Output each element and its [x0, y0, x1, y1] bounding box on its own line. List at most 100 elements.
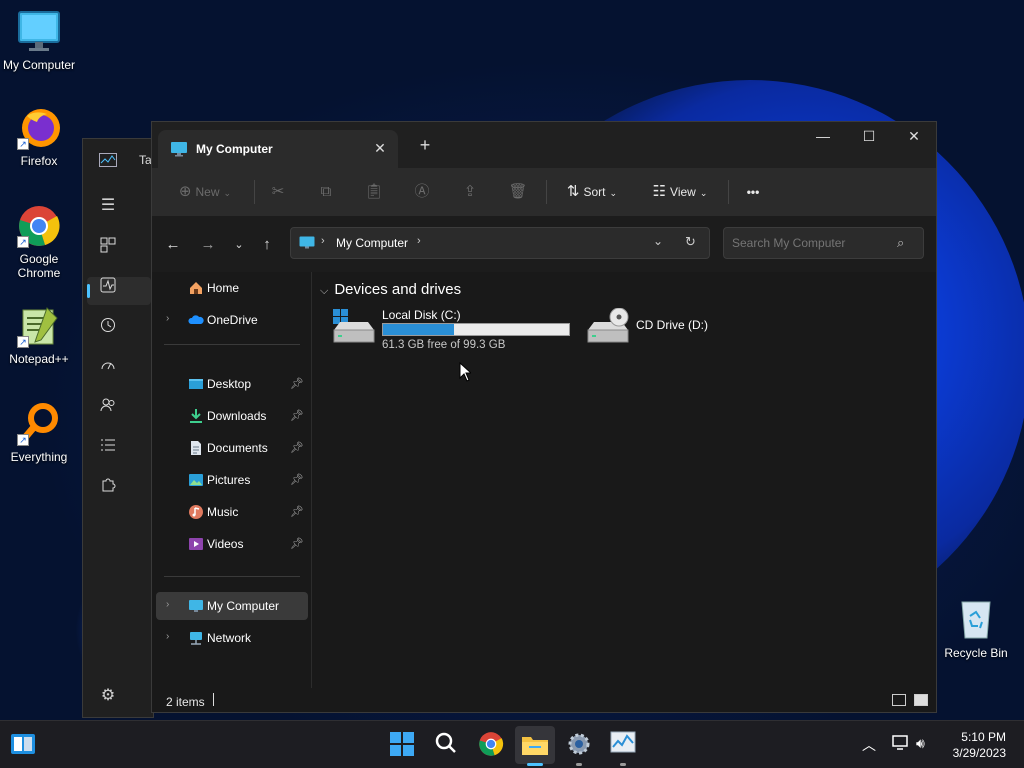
startup-apps-icon[interactable]: [99, 357, 117, 375]
sidebar-item-desktop[interactable]: Desktop 📌︎: [156, 370, 308, 398]
address-row: ← → ⌄ ↑ › My Computer › ⌄ ↻ ⌕: [152, 216, 936, 272]
pin-icon[interactable]: 📌︎: [290, 377, 304, 390]
back-arrow-icon[interactable]: ←: [162, 234, 184, 256]
pin-icon[interactable]: 📌︎: [290, 441, 304, 454]
clipboard-icon: 📋︎: [364, 183, 384, 200]
new-button[interactable]: ⊕ New ⌄: [172, 180, 238, 204]
sidebar-divider: [164, 344, 300, 345]
clock-time: 5:10 PM: [961, 730, 1006, 744]
scissors-icon: ✂: [271, 183, 285, 200]
group-header[interactable]: ⌵ Devices and drives: [320, 281, 461, 298]
pin-icon[interactable]: 📌︎: [290, 537, 304, 550]
volume-icon[interactable]: 🔊︎: [916, 735, 925, 752]
settings-gear-icon[interactable]: ⚙: [99, 687, 117, 705]
forward-arrow-icon[interactable]: →: [197, 234, 219, 256]
music-icon: [188, 504, 204, 520]
title-bar[interactable]: My Computer ✕ + — ☐ ✕: [152, 122, 936, 168]
settings-gear-icon[interactable]: [565, 731, 593, 759]
performance-icon[interactable]: [99, 277, 117, 295]
desktop-icon-everything[interactable]: ↗ Everything: [1, 402, 77, 464]
paste-button[interactable]: 📋︎: [362, 180, 386, 204]
details-list-icon[interactable]: [99, 437, 117, 455]
firefox-icon: ↗: [17, 106, 61, 150]
new-tab-button[interactable]: +: [414, 135, 436, 157]
shortcut-arrow-icon: ↗: [17, 138, 29, 150]
windows-drive-icon: [332, 308, 376, 348]
content-pane: ⌵ Devices and drives Local Disk (C:) 61.3…: [312, 272, 936, 688]
more-options-button[interactable]: •••: [740, 180, 766, 204]
chevron-down-icon: ⌵: [320, 285, 329, 297]
search-input[interactable]: [723, 227, 924, 259]
address-dropdown-icon[interactable]: ⌄: [653, 234, 663, 248]
sidebar-item-my-computer[interactable]: › My Computer: [156, 592, 308, 620]
share-icon: ⇪: [463, 183, 477, 200]
toolbar-divider: [546, 180, 547, 204]
file-explorer-window[interactable]: My Computer ✕ + — ☐ ✕ ⊕ New ⌄ ✂ ⧉ 📋︎ Ⓐ ⇪ 🗑…: [151, 121, 937, 713]
details-view-icon[interactable]: [892, 694, 906, 706]
tab-title: My Computer: [196, 142, 273, 156]
chevron-right-icon[interactable]: ›: [166, 313, 169, 324]
sort-arrows-icon: ⇅: [566, 183, 580, 200]
document-icon: [188, 440, 204, 456]
chrome-icon[interactable]: [477, 731, 505, 759]
drive-local-disk-c[interactable]: Local Disk (C:) 61.3 GB free of 99.3 GB: [332, 308, 572, 354]
desktop-icon-recycle-bin[interactable]: Recycle Bin: [940, 596, 1012, 660]
processes-icon[interactable]: [99, 237, 117, 255]
drive-cd-d[interactable]: CD Drive (D:): [586, 307, 746, 354]
sidebar-item-onedrive[interactable]: › OneDrive: [156, 306, 308, 334]
desktop-icon-firefox[interactable]: ↗ Firefox: [1, 106, 77, 168]
system-clock[interactable]: 5:10 PM 3/29/2023: [953, 729, 1006, 761]
sidebar-item-downloads[interactable]: Downloads 📌︎: [156, 402, 308, 430]
sidebar-item-home[interactable]: Home: [156, 274, 308, 302]
sidebar-item-network[interactable]: › Network: [156, 624, 308, 652]
pin-icon[interactable]: 📌︎: [290, 505, 304, 518]
maximize-button[interactable]: ☐: [846, 122, 892, 152]
delete-button[interactable]: 🗑︎: [506, 180, 530, 204]
start-button-windows-icon[interactable]: [388, 731, 416, 759]
file-explorer-taskbar-button[interactable]: [515, 726, 555, 764]
sidebar-item-videos[interactable]: Videos 📌︎: [156, 530, 308, 558]
address-bar[interactable]: › My Computer › ⌄ ↻: [290, 227, 710, 259]
task-manager-icon[interactable]: [609, 731, 637, 759]
users-icon[interactable]: [99, 397, 117, 415]
sidebar-item-music[interactable]: Music 📌︎: [156, 498, 308, 526]
hamburger-menu-icon[interactable]: ☰: [99, 197, 117, 215]
desktop-icon-my-computer[interactable]: My Computer: [1, 10, 77, 72]
desktop-icon-chrome[interactable]: ↗ Google Chrome: [1, 204, 77, 280]
services-puzzle-icon[interactable]: [99, 477, 117, 495]
pin-icon[interactable]: 📌︎: [290, 409, 304, 422]
close-window-button[interactable]: ✕: [891, 122, 937, 152]
pin-icon[interactable]: 📌︎: [290, 473, 304, 486]
cut-button[interactable]: ✂: [266, 180, 290, 204]
breadcrumb-chevron-icon[interactable]: ›: [417, 235, 421, 247]
tiles-view-icon[interactable]: [914, 694, 928, 706]
tab-my-computer[interactable]: My Computer ✕: [158, 130, 398, 168]
widgets-icon[interactable]: [9, 731, 37, 759]
breadcrumb-my-computer[interactable]: My Computer: [336, 236, 408, 250]
desktop-icon-notepadpp[interactable]: ↗ Notepad++: [1, 304, 77, 366]
chevron-right-icon[interactable]: ›: [166, 599, 169, 610]
network-monitor-icon[interactable]: [892, 735, 910, 754]
view-button[interactable]: ☷ View ⌄: [646, 180, 714, 204]
active-app-indicator: [527, 763, 543, 766]
task-manager-window[interactable]: Ta ☰ ⚙: [82, 138, 154, 718]
refresh-icon[interactable]: ↻: [685, 234, 696, 250]
up-arrow-icon[interactable]: ↑: [256, 234, 278, 256]
search-icon[interactable]: [432, 731, 460, 759]
sidebar-item-pictures[interactable]: Pictures 📌︎: [156, 466, 308, 494]
app-history-icon[interactable]: [99, 317, 117, 335]
minimize-button[interactable]: —: [800, 122, 846, 152]
shortcut-arrow-icon: ↗: [17, 434, 29, 446]
sidebar-item-documents[interactable]: Documents 📌︎: [156, 434, 308, 462]
share-button[interactable]: ⇪: [458, 180, 482, 204]
drive-usage-fill: [383, 324, 455, 335]
show-hidden-icons-chevron-icon[interactable]: ︿: [862, 735, 876, 755]
close-tab-icon[interactable]: ✕: [370, 138, 390, 158]
rename-button[interactable]: Ⓐ: [410, 180, 434, 204]
recent-locations-chevron-icon[interactable]: ⌄: [228, 234, 250, 256]
desktop-folder-icon: [188, 376, 204, 392]
sort-button[interactable]: ⇅ Sort ⌄: [560, 180, 624, 204]
copy-button[interactable]: ⧉: [314, 180, 338, 204]
chevron-right-icon[interactable]: ›: [166, 631, 169, 642]
trash-icon: 🗑︎: [508, 183, 528, 200]
